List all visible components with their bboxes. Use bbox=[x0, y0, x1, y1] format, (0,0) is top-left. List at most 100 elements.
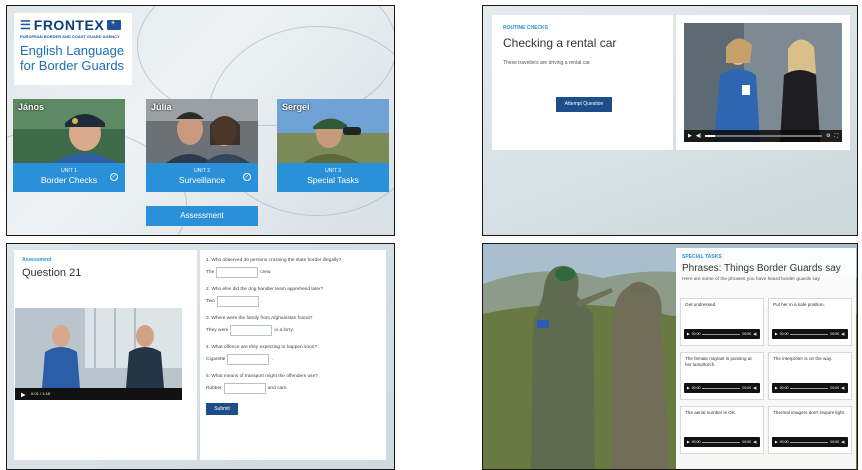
video-progress[interactable] bbox=[705, 135, 822, 137]
assessment-button[interactable]: Assessment bbox=[146, 206, 258, 226]
svg-text:▶: ▶ bbox=[21, 392, 26, 399]
unit-number: UNIT 1 bbox=[61, 168, 77, 174]
audio-time-total: 00:00 bbox=[830, 386, 840, 390]
eu-flag-icon bbox=[107, 19, 122, 30]
audio-progress[interactable] bbox=[702, 333, 741, 335]
category-label: ROUTINE CHECKS bbox=[503, 25, 549, 31]
lesson-title: Checking a rental car bbox=[503, 36, 617, 50]
phrase-text: Get undressed. bbox=[685, 302, 717, 307]
audio-time-total: 00:00 bbox=[830, 332, 840, 336]
question-item: 4. What offence are they expecting to ha… bbox=[206, 345, 380, 365]
question-text: 5. What means of transport might the off… bbox=[206, 374, 318, 379]
audio-player[interactable]: ▶ 00:00 00:00 ◀) bbox=[772, 437, 848, 447]
play-icon[interactable]: ▶ bbox=[687, 440, 690, 444]
video-controls: ▶ ◀) ⚙ ⛶ bbox=[684, 130, 842, 142]
audio-time-total: 00:00 bbox=[830, 440, 840, 444]
unit-title: Special Tasks bbox=[307, 175, 359, 185]
phrases-subtitle: Here are some of the phrases you have he… bbox=[682, 277, 820, 282]
question-item: 3. Where were the family from Afghanista… bbox=[206, 316, 380, 336]
play-icon[interactable]: ▶ bbox=[688, 133, 692, 139]
volume-icon[interactable]: ◀) bbox=[841, 440, 845, 444]
unit-number: UNIT 2 bbox=[194, 168, 210, 174]
unit-photo: Sergei bbox=[277, 99, 389, 163]
video-frame-image: ▶ bbox=[15, 308, 182, 400]
phrase-text: The aerial number is OK. bbox=[685, 410, 737, 415]
question-text: 2. Who else did the dog handler team app… bbox=[206, 287, 324, 292]
answer-row: Rubber and cars. bbox=[206, 383, 380, 394]
phrase-item: Get undressed. ▶ 00:00 00:00 ◀) bbox=[680, 298, 764, 346]
checkmark-icon: ✓ bbox=[243, 173, 251, 181]
audio-time: 00:00 bbox=[779, 332, 789, 336]
play-icon[interactable]: ▶ bbox=[687, 332, 690, 336]
play-icon[interactable]: ▶ bbox=[775, 386, 778, 390]
unit-card-2[interactable]: Júlia UNIT 2 Surveillance ✓ bbox=[146, 99, 258, 192]
answer-row: They were in a lorry. bbox=[206, 325, 380, 336]
audio-time-total: 00:00 bbox=[742, 440, 752, 444]
audio-progress[interactable] bbox=[790, 387, 829, 389]
audio-time: 00:00 bbox=[691, 440, 701, 444]
video-player[interactable]: ▶ ◀) ⚙ ⛶ bbox=[684, 23, 842, 142]
phrase-item: The female migrant is pointing at her la… bbox=[680, 352, 764, 400]
audio-player[interactable]: ▶ 00:00 00:00 ◀) bbox=[684, 437, 760, 447]
audio-player[interactable]: ▶ 00:00 00:00 ◀) bbox=[772, 383, 848, 393]
video-player[interactable]: ▶ 0:01 / 1:18 bbox=[15, 308, 182, 400]
frontex-brand: FRONTEX bbox=[33, 17, 105, 33]
answer-input-3[interactable] bbox=[230, 325, 273, 336]
frontex-logo: ☰ FRONTEX bbox=[20, 17, 126, 33]
unit-title: Border Checks bbox=[40, 175, 98, 185]
checkmark-icon: ✓ bbox=[110, 173, 118, 181]
phrase-text: Put her in a safe position. bbox=[773, 302, 825, 307]
settings-icon[interactable]: ⚙ bbox=[826, 133, 830, 139]
submit-button[interactable]: Submit bbox=[206, 403, 238, 415]
play-icon[interactable]: ▶ bbox=[775, 440, 778, 444]
volume-icon[interactable]: ◀) bbox=[841, 386, 845, 390]
audio-player[interactable]: ▶ 00:00 00:00 ◀) bbox=[684, 383, 760, 393]
attempt-question-button[interactable]: Attempt Question bbox=[556, 97, 612, 112]
audio-progress[interactable] bbox=[702, 441, 741, 443]
fullscreen-icon[interactable]: ⛶ bbox=[834, 133, 838, 139]
volume-icon[interactable]: ◀) bbox=[696, 133, 702, 139]
unit-person-name: Sergei bbox=[282, 102, 310, 112]
volume-icon[interactable]: ◀) bbox=[753, 440, 757, 444]
audio-progress[interactable] bbox=[790, 441, 829, 443]
answer-input-2[interactable] bbox=[216, 296, 259, 307]
answer-input-1[interactable] bbox=[216, 267, 259, 278]
question-item: 2. Who else did the dog handler team app… bbox=[206, 287, 380, 307]
audio-progress[interactable] bbox=[790, 333, 829, 335]
question-title: Question 21 bbox=[22, 267, 82, 279]
audio-player[interactable]: ▶ 00:00 00:00 ◀) bbox=[772, 329, 848, 339]
audio-time-total: 00:00 bbox=[742, 332, 752, 336]
unit-card-1[interactable]: János UNIT 1 Border Checks ✓ bbox=[13, 99, 125, 192]
volume-icon[interactable]: ◀) bbox=[753, 386, 757, 390]
answer-suffix: in a lorry. bbox=[274, 328, 294, 333]
phrase-text: The female migrant is pointing at her la… bbox=[685, 356, 752, 367]
phrases-card: SPECIAL TASKS Phrases: Things Border Gua… bbox=[676, 248, 856, 469]
category-label: SPECIAL TASKS bbox=[682, 254, 722, 260]
play-icon[interactable]: ▶ bbox=[775, 332, 778, 336]
question-form: 1. Who observed 30 persons crossing the … bbox=[200, 250, 386, 460]
answer-row: Two . bbox=[206, 296, 380, 307]
answer-prefix: Cigarette bbox=[206, 357, 226, 362]
answer-input-5[interactable] bbox=[223, 383, 266, 394]
volume-icon[interactable]: ◀) bbox=[841, 332, 845, 336]
audio-player[interactable]: ▶ 00:00 00:00 ◀) bbox=[684, 329, 760, 339]
unit-person-name: Júlia bbox=[151, 102, 172, 112]
frontex-mark-icon: ☰ bbox=[20, 18, 31, 32]
phrase-item: Put her in a safe position. ▶ 00:00 00:0… bbox=[768, 298, 852, 346]
answer-input-4[interactable] bbox=[227, 354, 270, 365]
unit-card-3[interactable]: Sergei UNIT 3 Special Tasks bbox=[277, 99, 389, 192]
volume-icon[interactable]: ◀) bbox=[753, 332, 757, 336]
question-card: ROUTINE CHECKS Checking a rental car The… bbox=[492, 15, 673, 150]
unit-footer: UNIT 2 Surveillance ✓ bbox=[146, 163, 258, 192]
course-title: English Language for Border Guards bbox=[20, 43, 125, 73]
phrase-grid: Get undressed. ▶ 00:00 00:00 ◀) Put her … bbox=[680, 298, 852, 454]
frontex-logo-box: ☰ FRONTEX EUROPEAN BORDER AND COAST GUAR… bbox=[14, 13, 132, 85]
phrase-item: Thermal imagers don't require light. ▶ 0… bbox=[768, 406, 852, 454]
routine-check-panel: ROUTINE CHECKS Checking a rental car The… bbox=[482, 5, 858, 236]
play-icon[interactable]: ▶ bbox=[687, 386, 690, 390]
unit-title: Surveillance bbox=[178, 175, 226, 185]
answer-suffix: and cars. bbox=[267, 386, 288, 391]
audio-progress[interactable] bbox=[702, 387, 741, 389]
agency-name: EUROPEAN BORDER AND COAST GUARD AGENCY bbox=[20, 34, 120, 39]
assessment-panel: Assessment Question 21 ▶ 0:01 / 1:18 1. … bbox=[6, 243, 395, 470]
